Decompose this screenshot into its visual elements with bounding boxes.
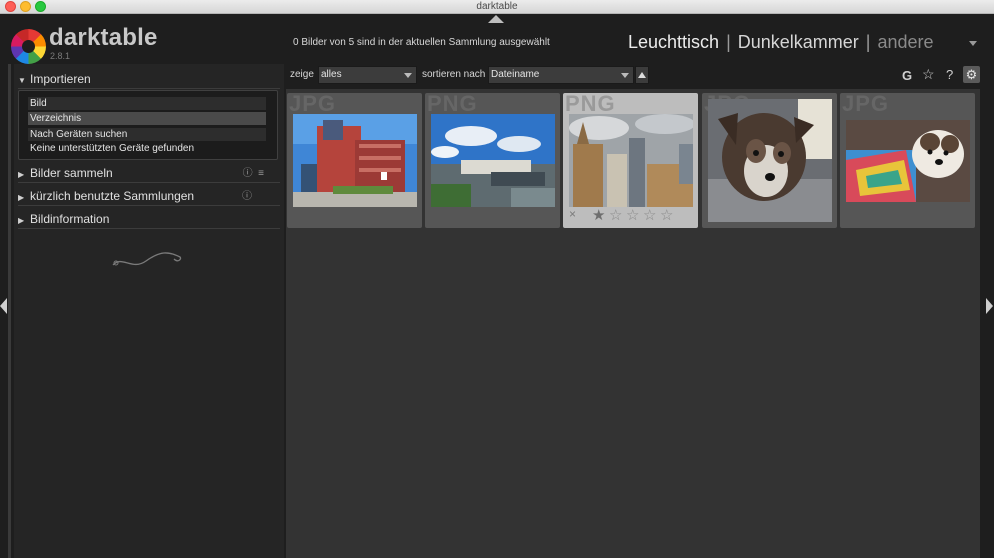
view-switcher: Leuchttisch | Dunkelkammer | andere [628, 32, 934, 53]
reject-icon[interactable]: × [569, 207, 576, 221]
import-box: Bild Verzeichnis Nach Geräten suchen Kei… [18, 90, 278, 160]
view-separator: | [726, 32, 731, 52]
thumbnail-rating-bar: × ★ ☆ ☆ ☆ ☆ [569, 206, 694, 224]
section-recent-collections[interactable]: ▶ kürzlich benutzte Sammlungen ⓘ [18, 187, 280, 206]
section-import[interactable]: ▼ Importieren [18, 70, 280, 89]
star-icon[interactable]: ☆ [626, 206, 639, 224]
top-header: darktable 2.8.1 0 Bilder von 5 sind in d… [0, 14, 994, 64]
window-titlebar: darktable [0, 0, 994, 14]
star-icon[interactable]: ★ [592, 206, 605, 224]
collapsed-triangle-icon: ▶ [18, 216, 25, 225]
thumbnail-image [846, 120, 970, 202]
thumbnail-hovered[interactable]: PNG × ★ ☆ ☆ ☆ ☆ [563, 93, 698, 228]
thumbnail-image [708, 99, 832, 222]
view-darkroom[interactable]: Dunkelkammer [738, 32, 859, 52]
thumbnail-image [569, 114, 693, 207]
darktable-logo-icon [11, 29, 46, 64]
collapse-top-panel-arrow-icon[interactable] [488, 15, 504, 23]
import-item-image[interactable]: Bild [28, 97, 266, 110]
chevron-down-icon [621, 73, 629, 78]
sort-order-button[interactable] [635, 66, 649, 84]
star-icon[interactable]: ☆ [643, 206, 656, 224]
collapse-left-panel-arrow-icon[interactable] [0, 298, 7, 314]
reset-icon[interactable]: ⓘ [242, 191, 252, 202]
star-icon[interactable]: ☆ [660, 206, 673, 224]
thumbnail[interactable]: PNG [425, 93, 560, 228]
sort-label: sortieren nach [422, 69, 486, 80]
collapse-right-panel-arrow-icon[interactable] [986, 298, 993, 314]
view-lighttable[interactable]: Leuchttisch [628, 32, 719, 52]
app-name: darktable [49, 24, 158, 51]
reset-icon[interactable]: ⓘ [243, 168, 253, 179]
sort-by-value: Dateiname [491, 69, 540, 80]
collapsed-triangle-icon: ▶ [18, 170, 25, 179]
section-recent-title: kürzlich benutzte Sammlungen [30, 189, 195, 203]
section-recent-icons: ⓘ [242, 187, 252, 206]
view-separator: | [865, 32, 871, 52]
view-other[interactable]: andere [877, 32, 933, 52]
section-import-title: Importieren [30, 72, 91, 86]
section-info-title: Bildinformation [30, 212, 110, 226]
selection-info: 0 Bilder von 5 sind in der aktuellen Sam… [293, 37, 550, 48]
section-collect-icons: ⓘ ≡ [243, 164, 264, 183]
gear-icon[interactable]: ⚙ [963, 66, 980, 83]
show-filter-value: alles [321, 69, 342, 80]
chevron-down-icon [404, 73, 412, 78]
file-extension-label: JPG [842, 93, 890, 116]
expanded-triangle-icon: ▼ [18, 76, 26, 85]
left-scrollbar[interactable] [8, 64, 11, 558]
star-overlays-icon[interactable]: ☆ [922, 66, 935, 83]
show-filter-select[interactable]: alles [318, 66, 417, 84]
presets-icon[interactable]: ≡ [258, 168, 264, 179]
thumbnail-image [293, 114, 417, 207]
section-collect-title: Bilder sammeln [30, 166, 113, 180]
thumbnail-image [431, 114, 555, 207]
star-icon[interactable]: ☆ [609, 206, 622, 224]
sort-by-select[interactable]: Dateiname [488, 66, 634, 84]
no-devices-note: Keine unterstützten Geräte gefunden [30, 143, 195, 154]
window-title: darktable [476, 1, 518, 12]
import-item-scan-devices[interactable]: Nach Geräten suchen [28, 128, 266, 141]
thumbnail[interactable]: JPG [840, 93, 975, 228]
help-icon[interactable]: ? [946, 67, 953, 82]
grouping-icon[interactable]: G [902, 68, 912, 83]
show-label: zeige [290, 69, 314, 80]
thumbnail[interactable]: JPG [702, 93, 837, 228]
collapsed-triangle-icon: ▶ [18, 193, 25, 202]
app-version: 2.8.1 [50, 51, 71, 61]
thumbnail[interactable]: JPG [287, 93, 422, 228]
darktable-window: darktable darktable 2.8.1 0 Bilder von 5… [0, 0, 994, 558]
section-image-info[interactable]: ▶ Bildinformation [18, 210, 280, 229]
import-item-folder[interactable]: Verzeichnis [28, 112, 266, 125]
section-collect[interactable]: ▶ Bilder sammeln ⓘ ≡ [18, 164, 280, 183]
panel-end-flourish-icon [112, 252, 182, 266]
views-dropdown-icon[interactable] [969, 41, 977, 46]
